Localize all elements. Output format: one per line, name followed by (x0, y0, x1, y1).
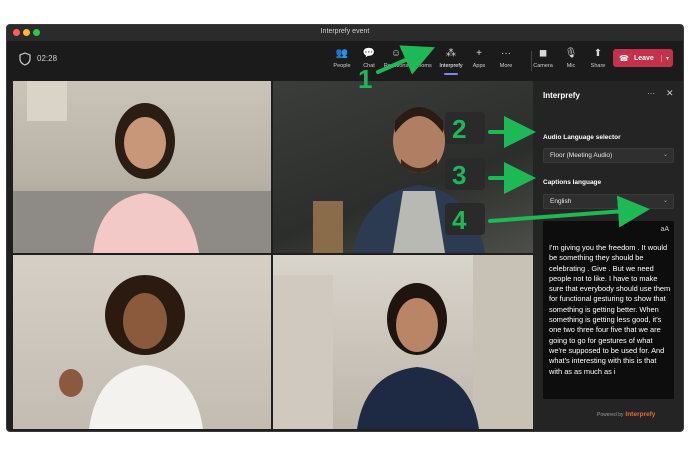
share-button[interactable]: ⬆ Share (583, 47, 613, 75)
participant-video (313, 107, 485, 253)
interprefy-logo: Interprefy (625, 411, 656, 418)
camera-off-icon: ◼ (538, 48, 548, 59)
captions-language-select[interactable]: English ⌄ (543, 194, 674, 209)
interprefy-button[interactable]: ⁂ Interprefy (436, 47, 466, 75)
more-options-icon[interactable]: ··· (647, 89, 655, 98)
powered-by-label: Powered by (597, 412, 624, 418)
share-label: Share (590, 63, 606, 69)
callout-number: 1 (358, 64, 373, 94)
video-tile[interactable] (13, 255, 271, 429)
shield-icon (19, 52, 31, 66)
chevron-down-icon: ⌄ (662, 152, 668, 158)
rooms-label: Rooms (414, 63, 432, 69)
reactions-icon: ☺ (390, 48, 402, 59)
chat-icon: 💬 (362, 48, 376, 59)
title-bar: Interprefy event (7, 25, 683, 41)
apps-icon: + (476, 48, 482, 59)
more-button[interactable]: ··· More (491, 47, 521, 75)
reactions-button[interactable]: ☺ Reactions (381, 47, 411, 75)
captions-language-label: Captions language (543, 179, 602, 186)
camera-label: Camera (533, 63, 553, 69)
reactions-label: Reactions (383, 63, 409, 69)
people-label: People (333, 63, 351, 69)
audio-language-value: Floor (Meeting Audio) (550, 152, 613, 159)
video-tile[interactable] (273, 81, 533, 253)
people-button[interactable]: 👥 People (327, 47, 357, 75)
mic-button[interactable]: 🎙 Mic (556, 47, 586, 75)
leave-label: Leave (633, 54, 654, 62)
panel-title: Interprefy (543, 91, 580, 100)
close-icon[interactable]: ✕ (666, 88, 674, 99)
rooms-icon: ▢ (418, 48, 428, 59)
apps-button[interactable]: + Apps (464, 47, 494, 75)
more-label: More (499, 63, 513, 69)
captions-box: aA I'm giving you the freedom . It would… (543, 221, 674, 399)
participant-video (13, 81, 271, 253)
chevron-down-icon[interactable]: ▾ (661, 54, 673, 62)
mic-icon: 🎙 (564, 48, 578, 59)
callout-number: 2 (452, 114, 467, 144)
more-icon: ··· (501, 48, 511, 59)
audio-language-select[interactable]: Floor (Meeting Audio) ⌄ (543, 148, 674, 163)
meeting-timer: 02:28 (37, 54, 58, 63)
people-icon: 👥 (335, 48, 349, 59)
window-title: Interprefy event (320, 28, 370, 35)
interprefy-icon: ⁂ (446, 48, 456, 59)
interprefy-panel: Interprefy ··· ✕ Audio Language selector… (533, 81, 683, 431)
font-size-toggle[interactable]: aA (660, 226, 669, 233)
audio-language-label: Audio Language selector (543, 134, 621, 141)
phone-hangup-icon: ☎ (619, 53, 629, 63)
app-window: Interprefy event 02:28 👥 People 💬 Chat ☺… (6, 24, 684, 432)
meeting-toolbar: 02:28 👥 People 💬 Chat ☺ Reactions ▢ Room… (7, 41, 683, 81)
video-tile[interactable] (13, 81, 271, 253)
callout-number: 4 (452, 205, 467, 235)
captions-text: I'm giving you the freedom . It would be… (549, 243, 671, 376)
interprefy-label: Interprefy (439, 63, 463, 69)
apps-label: Apps (472, 63, 486, 69)
callout-number: 3 (452, 160, 467, 190)
powered-by: Powered by Interprefy (597, 411, 655, 418)
video-tile[interactable] (273, 255, 533, 429)
mic-label: Mic (566, 63, 576, 69)
chevron-down-icon: ⌄ (662, 198, 668, 204)
participant-video (59, 275, 203, 429)
rooms-button[interactable]: ▢ Rooms (408, 47, 438, 75)
camera-button[interactable]: ◼ Camera (528, 47, 558, 75)
captions-language-value: English (550, 198, 572, 205)
leave-button[interactable]: ☎ Leave ▾ (613, 49, 673, 67)
share-icon: ⬆ (593, 48, 603, 59)
participant-video (273, 255, 533, 429)
